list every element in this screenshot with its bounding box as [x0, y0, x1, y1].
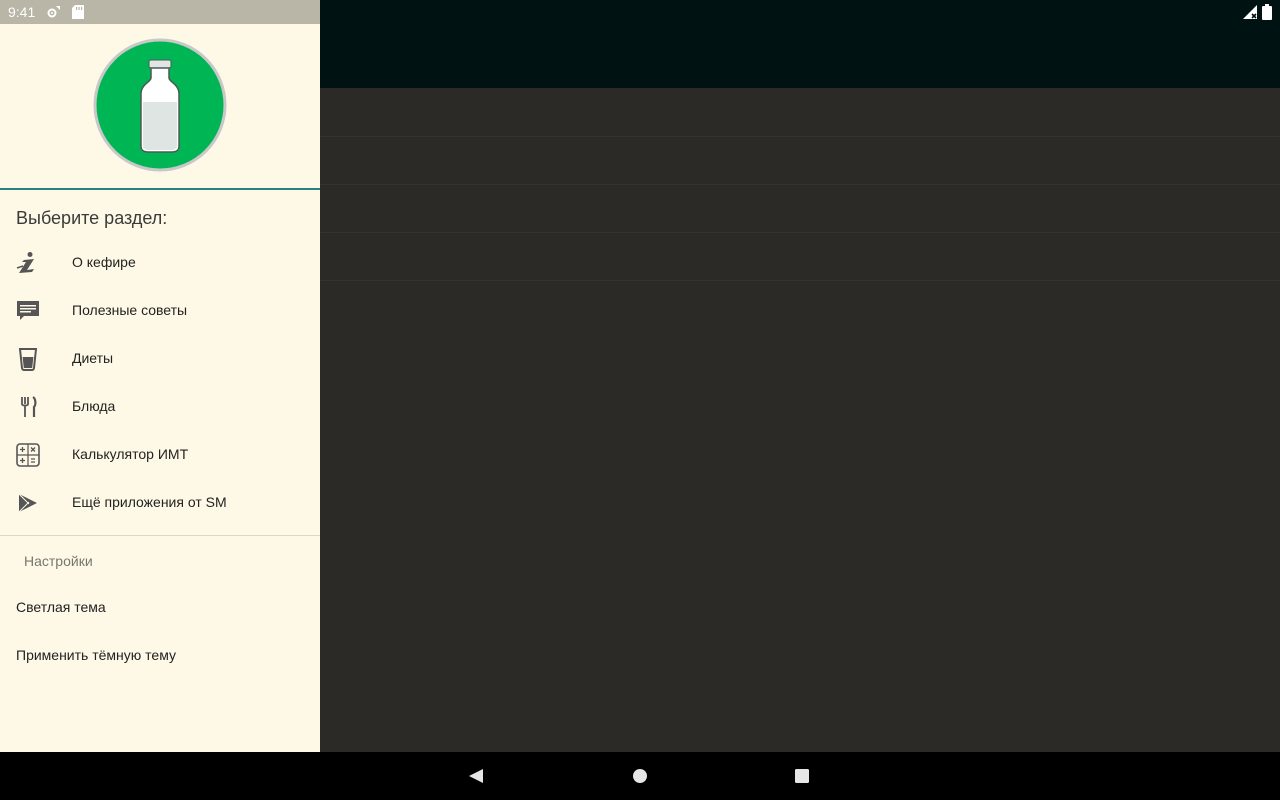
recents-icon[interactable]	[792, 766, 812, 786]
pref-label: Применить тёмную тему	[16, 647, 176, 663]
drawer-header	[0, 24, 320, 190]
home-icon[interactable]	[630, 766, 650, 786]
pref-light-theme[interactable]: Светлая тема	[0, 584, 320, 632]
status-bar: 9:41	[0, 0, 1280, 24]
drawer-item-label: Ещё приложения от SM	[72, 494, 227, 510]
calculator-icon	[16, 443, 40, 467]
battery-icon	[1262, 4, 1272, 20]
signal-icon	[1243, 5, 1257, 19]
drawer-item-label: Полезные советы	[72, 302, 188, 318]
status-time: 9:41	[8, 4, 36, 20]
sd-card-icon	[72, 5, 84, 19]
drawer-item-diets[interactable]: Диеты	[0, 335, 320, 383]
info-icon	[16, 252, 34, 273]
back-icon[interactable]	[466, 766, 486, 786]
list-item	[320, 136, 1280, 185]
list-item	[320, 184, 1280, 233]
comment-icon	[17, 301, 39, 320]
navigation-drawer: Выберите раздел: О кефире Полезные совет…	[0, 24, 320, 752]
settings-header: Настройки	[24, 553, 93, 569]
play-store-icon	[18, 493, 37, 513]
glass-icon	[18, 348, 38, 371]
drawer-item-tips[interactable]: Полезные советы	[0, 287, 320, 335]
drawer-item-label: Калькулятор ИМТ	[72, 446, 189, 462]
list-item	[320, 232, 1280, 281]
screen: 9:41 Выберите раздел: О кефире Полезные …	[0, 0, 1280, 800]
fork-knife-icon	[21, 396, 37, 417]
milk-bottle-icon	[93, 38, 227, 172]
drawer-item-more-apps[interactable]: Ещё приложения от SM	[0, 479, 320, 527]
divider	[0, 535, 320, 536]
drawer-item-dishes[interactable]: Блюда	[0, 383, 320, 431]
list-item	[320, 88, 1280, 137]
status-bar-left: 9:41	[0, 0, 320, 24]
drawer-item-about-kefir[interactable]: О кефире	[0, 239, 320, 287]
section-title: Выберите раздел:	[16, 208, 168, 228]
drawer-item-label: О кефире	[72, 254, 136, 270]
pref-apply-dark-theme[interactable]: Применить тёмную тему	[0, 632, 320, 680]
settings-sync-icon	[47, 6, 60, 18]
navigation-bar	[0, 752, 1280, 800]
drawer-item-label: Диеты	[72, 350, 114, 366]
drawer-item-bmi-calculator[interactable]: Калькулятор ИМТ	[0, 431, 320, 479]
drawer-item-label: Блюда	[72, 398, 116, 414]
pref-label: Светлая тема	[16, 599, 106, 615]
